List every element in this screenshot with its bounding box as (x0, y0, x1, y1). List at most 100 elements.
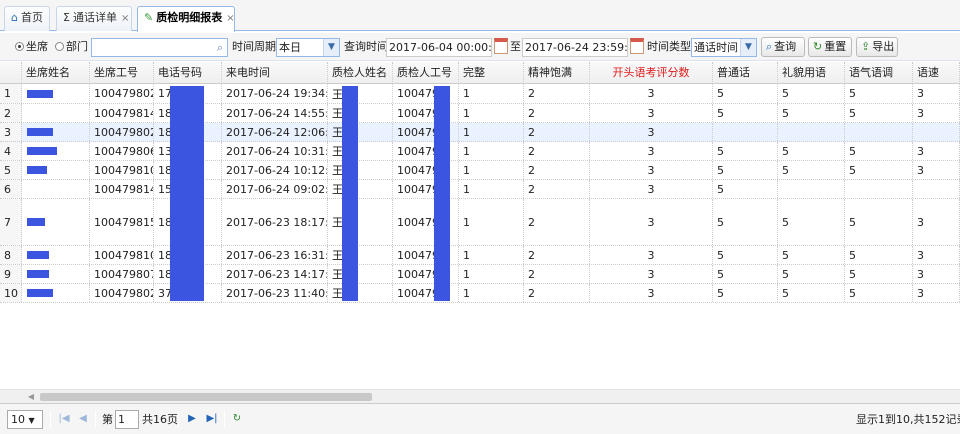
start-time-input[interactable]: 2017-06-04 00:00:00 (386, 38, 492, 57)
cell-tone: 5 (845, 84, 913, 103)
table-row[interactable]: 1010047980237 6282017-06-23 11:40:28王 明1… (0, 284, 960, 303)
cell-complete: 1 (459, 142, 524, 160)
page-size-select[interactable]: 10 ▼ (7, 410, 43, 429)
cell-polite: 5 (778, 84, 845, 103)
col-header-opening-score[interactable]: 开头语考评分数 (590, 62, 713, 84)
horizontal-scrollbar[interactable]: ◀ (0, 389, 960, 403)
cell-mandarin: 5 (713, 104, 778, 122)
cell-complete: 1 (459, 123, 524, 141)
page-number-input[interactable]: 1 (115, 410, 139, 429)
col-header-mandarin[interactable]: 普通话 (713, 62, 778, 84)
radio-checked-icon (15, 42, 24, 51)
tab-label: 通话详单 (72, 11, 117, 24)
cell-mandarin (713, 123, 778, 141)
first-page-icon[interactable]: |◀ (57, 412, 71, 426)
tab-home[interactable]: ⌂ 首页 (4, 6, 50, 31)
cell-complete: 1 (459, 199, 524, 245)
close-icon[interactable]: × (226, 13, 234, 24)
calendar-icon[interactable] (630, 38, 644, 54)
col-header-polite[interactable]: 礼貌用语 (778, 62, 845, 84)
col-header-agent-id[interactable]: 坐席工号 (90, 62, 154, 84)
cell-tone: 5 (845, 265, 913, 283)
cell-agent-id: 100479807 (90, 265, 154, 283)
table-row[interactable]: 310047980218 21522017-06-24 12:06:48王 明1… (0, 123, 960, 142)
time-type-select[interactable]: 通话时间 ▼ (691, 38, 757, 57)
col-header-qc-id[interactable]: 质检人工号 (393, 62, 459, 84)
cell-tone (845, 123, 913, 141)
table-row[interactable]: 810047981018 93262017-06-23 16:31:10王 明1… (0, 246, 960, 265)
query-button[interactable]: ⌕ 查询 (761, 37, 805, 57)
redaction-mask (27, 218, 45, 226)
cell-speed (913, 180, 960, 198)
table-row[interactable]: 410047980613 10762017-06-24 10:31:55王 明1… (0, 142, 960, 161)
table-row[interactable]: 210047981418 20132017-06-24 14:55:12王 明1… (0, 104, 960, 123)
redaction-mask (170, 86, 204, 301)
cell-speed: 3 (913, 84, 960, 103)
radio-agent[interactable]: 坐席 (15, 38, 48, 57)
cell-agent-id: 100479810 (90, 246, 154, 264)
cell-speed: 3 (913, 142, 960, 160)
radio-department[interactable]: 部门 (55, 38, 88, 57)
cell-mandarin: 5 (713, 265, 778, 283)
radio-unchecked-icon (55, 42, 64, 51)
calendar-icon[interactable] (494, 38, 508, 54)
reset-button[interactable]: ↻ 重置 (808, 37, 852, 57)
prev-page-icon[interactable]: ◀ (76, 412, 90, 426)
col-header-phone[interactable]: 电话号码 (154, 62, 222, 84)
cell-agent-name (22, 180, 90, 198)
tab-call-details[interactable]: Σ 通话详单 × (56, 6, 132, 31)
table-row[interactable]: 510047981018 22772017-06-24 10:12:06王 明1… (0, 161, 960, 180)
chevron-down-icon[interactable]: ▼ (740, 39, 756, 56)
cell-energetic: 2 (524, 246, 590, 264)
export-button-label: 导出 (872, 40, 895, 53)
redaction-mask (27, 90, 53, 98)
cell-row-number: 7 (0, 199, 22, 245)
chevron-down-icon[interactable]: ▼ (323, 39, 339, 56)
redaction-mask (27, 128, 53, 136)
page-total: 共16页 (142, 413, 178, 426)
col-header-complete[interactable]: 完整 (459, 62, 524, 84)
record-summary: 显示1到10,共152记录 (856, 413, 960, 426)
cell-qc-name: 王 明 (328, 180, 393, 198)
cell-row-number: 1 (0, 84, 22, 103)
cell-energetic: 2 (524, 180, 590, 198)
cell-agent-id: 100479802 (90, 284, 154, 302)
scroll-left-icon[interactable]: ◀ (24, 390, 38, 404)
tab-bar: ⌂ 首页 Σ 通话详单 × ✎ 质检明细报表 × (0, 0, 960, 32)
table-row[interactable]: 110047980217 59992017-06-24 19:34:23王 明1… (0, 84, 960, 104)
cell-opening-score: 3 (590, 246, 713, 264)
cell-tone: 5 (845, 199, 913, 245)
col-header-call-time[interactable]: 来电时间 (222, 62, 328, 84)
col-header-speed[interactable]: 语速 (913, 62, 960, 84)
cell-call-time: 2017-06-24 09:02:19 (222, 180, 328, 198)
scrollbar-thumb[interactable] (40, 393, 372, 401)
col-header-agent-name[interactable]: 坐席姓名 (22, 62, 90, 84)
col-header-tone[interactable]: 语气语调 (845, 62, 913, 84)
tab-qc-report[interactable]: ✎ 质检明细报表 × (137, 6, 235, 32)
cell-speed: 3 (913, 199, 960, 245)
cell-opening-score: 3 (590, 123, 713, 141)
time-type-label: 时间类型: (647, 40, 695, 53)
cell-mandarin: 5 (713, 142, 778, 160)
radio-agent-label: 坐席 (26, 40, 48, 53)
end-time-value: 2017-06-24 23:59:59 (525, 41, 628, 54)
redaction-mask (27, 251, 49, 259)
close-icon[interactable]: × (121, 13, 129, 24)
search-input[interactable]: ⌕ (91, 38, 228, 57)
col-header-qc-name[interactable]: 质检人姓名 (328, 62, 393, 84)
period-select[interactable]: 本日 ▼ (276, 38, 340, 57)
period-label: 时间周期: (232, 40, 280, 53)
cell-row-number: 9 (0, 265, 22, 283)
table-row[interactable]: 710047981518 56362017-06-23 18:17:31王 明1… (0, 199, 960, 246)
reload-icon: ↻ (813, 40, 823, 53)
end-time-input[interactable]: 2017-06-24 23:59:59 (522, 38, 628, 57)
last-page-icon[interactable]: ▶| (205, 412, 219, 426)
col-header-energetic[interactable]: 精神饱满 (524, 62, 590, 84)
next-page-icon[interactable]: ▶ (185, 412, 199, 426)
table-row[interactable]: 610047981415 22582017-06-24 09:02:19王 明1… (0, 180, 960, 199)
export-button[interactable]: ⇪ 导出 (856, 37, 898, 57)
cell-complete: 1 (459, 265, 524, 283)
search-icon[interactable]: ⌕ (217, 39, 223, 56)
table-row[interactable]: 910047980718 61502017-06-23 14:17:00王 明1… (0, 265, 960, 284)
refresh-icon[interactable]: ↻ (230, 412, 244, 426)
